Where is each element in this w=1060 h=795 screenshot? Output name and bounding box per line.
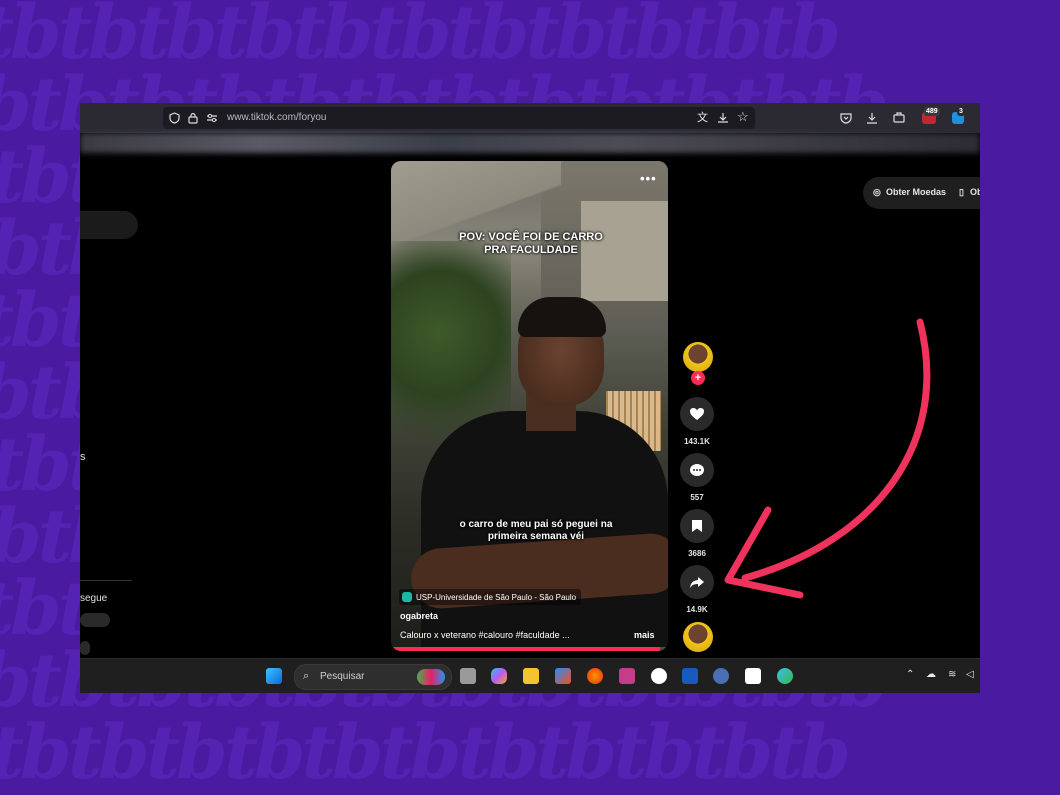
pointer-arrow xyxy=(724,318,931,599)
